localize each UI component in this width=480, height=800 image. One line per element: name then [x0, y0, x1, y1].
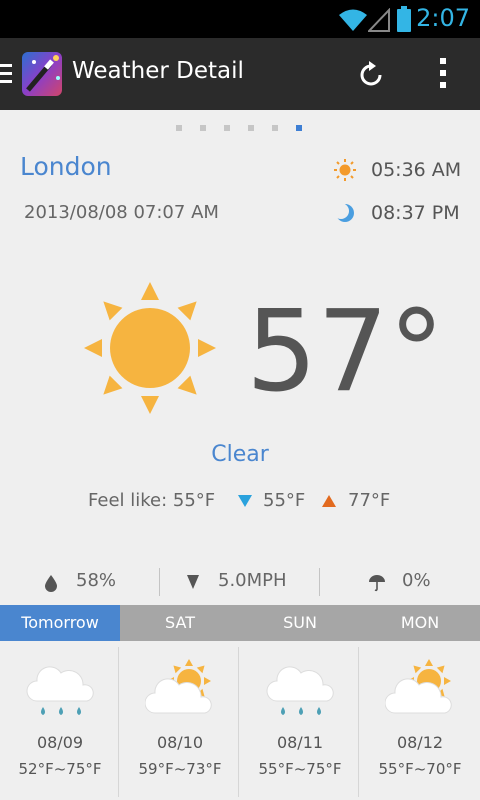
- forecast-day[interactable]: 08/12 55°F~70°F: [360, 641, 480, 800]
- humidity-drop-icon: [45, 575, 57, 592]
- page-indicator: [176, 125, 306, 131]
- overflow-menu-icon[interactable]: [436, 56, 450, 90]
- status-clock: 2:07: [416, 4, 470, 32]
- stat-divider: [159, 568, 160, 596]
- wifi-icon: [339, 9, 367, 31]
- page-dot[interactable]: [248, 125, 254, 131]
- sunrise-icon: [334, 159, 356, 181]
- max-temperature: 77°F: [348, 490, 391, 511]
- refresh-icon[interactable]: [356, 60, 386, 90]
- weather-condition: Clear: [211, 442, 269, 467]
- signal-icon: [368, 8, 390, 32]
- page-dot[interactable]: [296, 125, 302, 131]
- forecast-temp-range: 55°F~70°F: [378, 760, 462, 778]
- feel-like-temperature: Feel like: 55°F: [88, 490, 216, 511]
- action-bar: Weather Detail: [0, 38, 480, 110]
- precipitation-value: 0%: [402, 570, 431, 591]
- tab-sun[interactable]: SUN: [240, 605, 360, 641]
- weather-stats-row: 58% 5.0MPH 0%: [0, 566, 480, 598]
- forecast-temp-range: 59°F~73°F: [138, 760, 222, 778]
- forecast-date: 08/12: [396, 733, 444, 752]
- humidity-value: 58%: [76, 570, 117, 591]
- forecast-day[interactable]: 08/10 59°F~73°F: [120, 641, 240, 800]
- current-temperature: 57°: [246, 287, 445, 417]
- partly-cloudy-icon: [145, 659, 212, 714]
- forecast-temp-range: 55°F~75°F: [258, 760, 342, 778]
- forecast-date: 08/11: [276, 733, 324, 752]
- forecast-list: 08/09 52°F~75°F 08/10 59°F~73°F 08/11 55…: [0, 641, 480, 800]
- sunrise-time: 05:36 AM: [371, 159, 462, 181]
- tab-sat[interactable]: SAT: [120, 605, 240, 641]
- stat-divider: [319, 568, 320, 596]
- sun-icon: [84, 282, 216, 414]
- page-dot[interactable]: [176, 125, 182, 131]
- min-temperature: 55°F: [263, 490, 306, 511]
- forecast-date: 08/10: [156, 733, 204, 752]
- forecast-temp-range: 52°F~75°F: [18, 760, 102, 778]
- forecast-divider: [238, 647, 239, 797]
- forecast-divider: [118, 647, 119, 797]
- observation-datetime: 2013/08/08 07:07 AM: [24, 202, 219, 223]
- rain-cloud-icon: [266, 666, 334, 715]
- partly-cloudy-icon: [385, 659, 452, 714]
- tab-mon[interactable]: MON: [360, 605, 480, 641]
- app-logo-icon[interactable]: [20, 50, 64, 98]
- min-temp-arrow-icon: [238, 495, 252, 507]
- wind-speed-value: 5.0MPH: [218, 570, 287, 591]
- rain-cloud-icon: [26, 666, 94, 715]
- forecast-divider: [358, 647, 359, 797]
- moon-icon: [334, 203, 354, 222]
- wind-arrow-icon: [187, 575, 199, 589]
- sunset-time: 08:37 PM: [371, 202, 460, 224]
- forecast-tabs: Tomorrow SAT SUN MON: [0, 605, 480, 641]
- page-dot[interactable]: [200, 125, 206, 131]
- page-dot[interactable]: [272, 125, 278, 131]
- page-title: Weather Detail: [72, 58, 244, 84]
- umbrella-icon: [369, 575, 385, 592]
- battery-icon: [397, 6, 411, 32]
- menu-icon[interactable]: [0, 62, 14, 86]
- forecast-date: 08/09: [36, 733, 84, 752]
- status-bar: 2:07: [0, 0, 480, 38]
- forecast-day[interactable]: 08/11 55°F~75°F: [240, 641, 360, 800]
- city-name[interactable]: London: [20, 152, 112, 181]
- max-temp-arrow-icon: [322, 495, 336, 507]
- forecast-day[interactable]: 08/09 52°F~75°F: [0, 641, 120, 800]
- tab-tomorrow[interactable]: Tomorrow: [0, 605, 120, 641]
- page-dot[interactable]: [224, 125, 230, 131]
